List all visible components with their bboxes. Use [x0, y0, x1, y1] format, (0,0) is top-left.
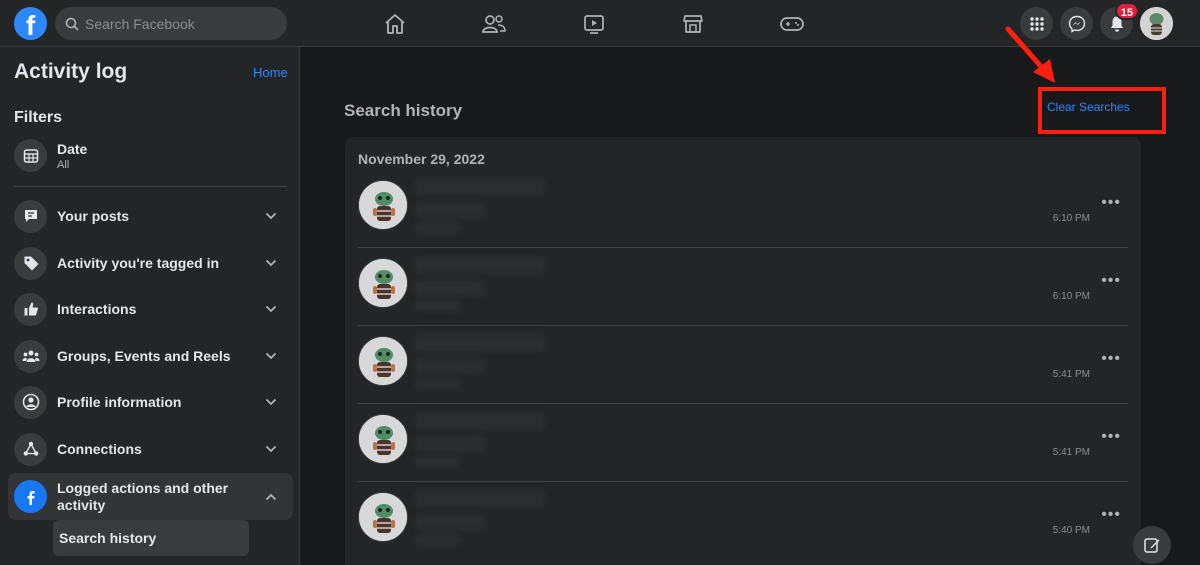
watch-video-icon[interactable] [580, 10, 608, 38]
sidebar-item-label: Logged actions and other activity [57, 479, 229, 513]
profile-person-icon [14, 385, 47, 419]
redacted-text [415, 280, 485, 296]
sidebar-item-label: Connections [57, 440, 142, 457]
chevron-down-icon [261, 305, 281, 313]
more-options-icon[interactable]: ••• [1101, 272, 1121, 290]
date-heading: November 29, 2022 [358, 151, 485, 167]
friends-icon[interactable] [480, 10, 508, 38]
sidebar-item-logged-actions[interactable]: Logged actions and other activity [8, 473, 293, 520]
date-filter[interactable]: Date All [14, 139, 87, 172]
date-filter-value: All [57, 158, 70, 171]
sidebar-subitem-search-history[interactable]: Search history [53, 520, 249, 556]
calendar-icon [14, 139, 47, 172]
more-options-icon[interactable]: ••• [1101, 350, 1121, 368]
more-options-icon[interactable]: ••• [1101, 194, 1121, 212]
groups-icon [14, 339, 47, 373]
chevron-down-icon [261, 259, 281, 267]
home-icon[interactable] [381, 10, 409, 38]
date-filter-label: Date [57, 140, 88, 157]
new-message-compose-icon[interactable] [1133, 526, 1171, 564]
tag-icon [14, 246, 47, 280]
chevron-down-icon [261, 445, 281, 453]
avatar [358, 258, 408, 308]
sidebar-item-connections[interactable]: Connections [8, 427, 293, 471]
entry-timestamp: 6:10 PM [1052, 213, 1090, 224]
sidebar-item-label: Your posts [57, 207, 130, 224]
chevron-up-icon [261, 493, 281, 501]
divider [14, 186, 287, 187]
list-item[interactable]: 5:41 PM ••• [358, 326, 1128, 404]
entry-timestamp: 6:10 PM [1052, 291, 1090, 302]
thumbs-up-icon [14, 292, 47, 326]
facebook-circle-icon [14, 480, 47, 513]
sidebar-item-label: Activity you're tagged in [57, 254, 220, 271]
facebook-logo-icon[interactable]: f [14, 7, 47, 40]
avatar [358, 414, 408, 464]
search-icon [65, 17, 79, 31]
filters-heading: Filters [14, 109, 63, 126]
redacted-text [415, 534, 460, 546]
sidebar-item-groups-events-reels[interactable]: Groups, Events and Reels [8, 334, 293, 378]
avatar [358, 492, 408, 542]
redacted-text [415, 222, 460, 234]
profile-avatar[interactable] [1140, 7, 1173, 40]
avatar [358, 336, 408, 386]
redacted-text [415, 178, 545, 196]
sidebar-item-label: Interactions [57, 300, 137, 317]
entry-timestamp: 5:41 PM [1052, 369, 1090, 380]
section-title: Search history [344, 101, 463, 120]
redacted-text [415, 412, 545, 430]
sidebar-item-label: Profile information [57, 393, 182, 410]
redacted-text [415, 202, 485, 218]
activity-log-sidebar: Activity log Home Filters Date All Your … [0, 47, 300, 565]
gaming-icon[interactable] [778, 10, 806, 38]
red-arrow-annotation-icon [1005, 26, 1055, 83]
search-input[interactable]: Search Facebook [55, 7, 287, 40]
sidebar-item-label: Groups, Events and Reels [57, 347, 231, 364]
list-item[interactable]: 6:10 PM ••• [358, 248, 1128, 326]
highlight-annotation-box [1038, 87, 1166, 134]
redacted-text [415, 456, 460, 468]
sidebar-item-your-posts[interactable]: Your posts [8, 194, 293, 238]
list-item[interactable]: 5:40 PM ••• [358, 482, 1128, 560]
more-options-icon[interactable]: ••• [1101, 506, 1121, 524]
entry-timestamp: 5:41 PM [1052, 447, 1090, 458]
redacted-text [415, 514, 485, 530]
connections-icon [14, 432, 47, 466]
redacted-text [415, 490, 545, 508]
sidebar-item-tagged[interactable]: Activity you're tagged in [8, 241, 293, 285]
redacted-text [415, 436, 485, 452]
marketplace-icon[interactable] [679, 10, 707, 38]
home-link[interactable]: Home [253, 65, 288, 80]
chevron-down-icon [261, 352, 281, 360]
redacted-text [415, 334, 545, 352]
sidebar-item-profile-information[interactable]: Profile information [8, 380, 293, 424]
chevron-down-icon [261, 398, 281, 406]
more-options-icon[interactable]: ••• [1101, 428, 1121, 446]
entry-timestamp: 5:40 PM [1052, 525, 1090, 536]
list-item[interactable]: 5:41 PM ••• [358, 404, 1128, 482]
search-placeholder: Search Facebook [85, 15, 195, 32]
messenger-icon[interactable] [1060, 7, 1093, 40]
redacted-text [415, 256, 545, 274]
page-title: Activity log [14, 60, 128, 83]
notifications-bell-icon[interactable]: 15 [1100, 2, 1139, 40]
posts-comment-icon [14, 199, 47, 233]
chevron-down-icon [261, 212, 281, 220]
search-history-card: November 29, 2022 6:10 PM ••• 6:10 PM ••… [345, 137, 1141, 565]
redacted-text [415, 378, 460, 390]
notification-count-badge: 15 [1114, 2, 1139, 20]
redacted-text [415, 300, 460, 312]
list-item[interactable]: 6:10 PM ••• [358, 170, 1128, 248]
avatar [358, 180, 408, 230]
redacted-text [415, 358, 485, 374]
sidebar-item-interactions[interactable]: Interactions [8, 287, 293, 331]
